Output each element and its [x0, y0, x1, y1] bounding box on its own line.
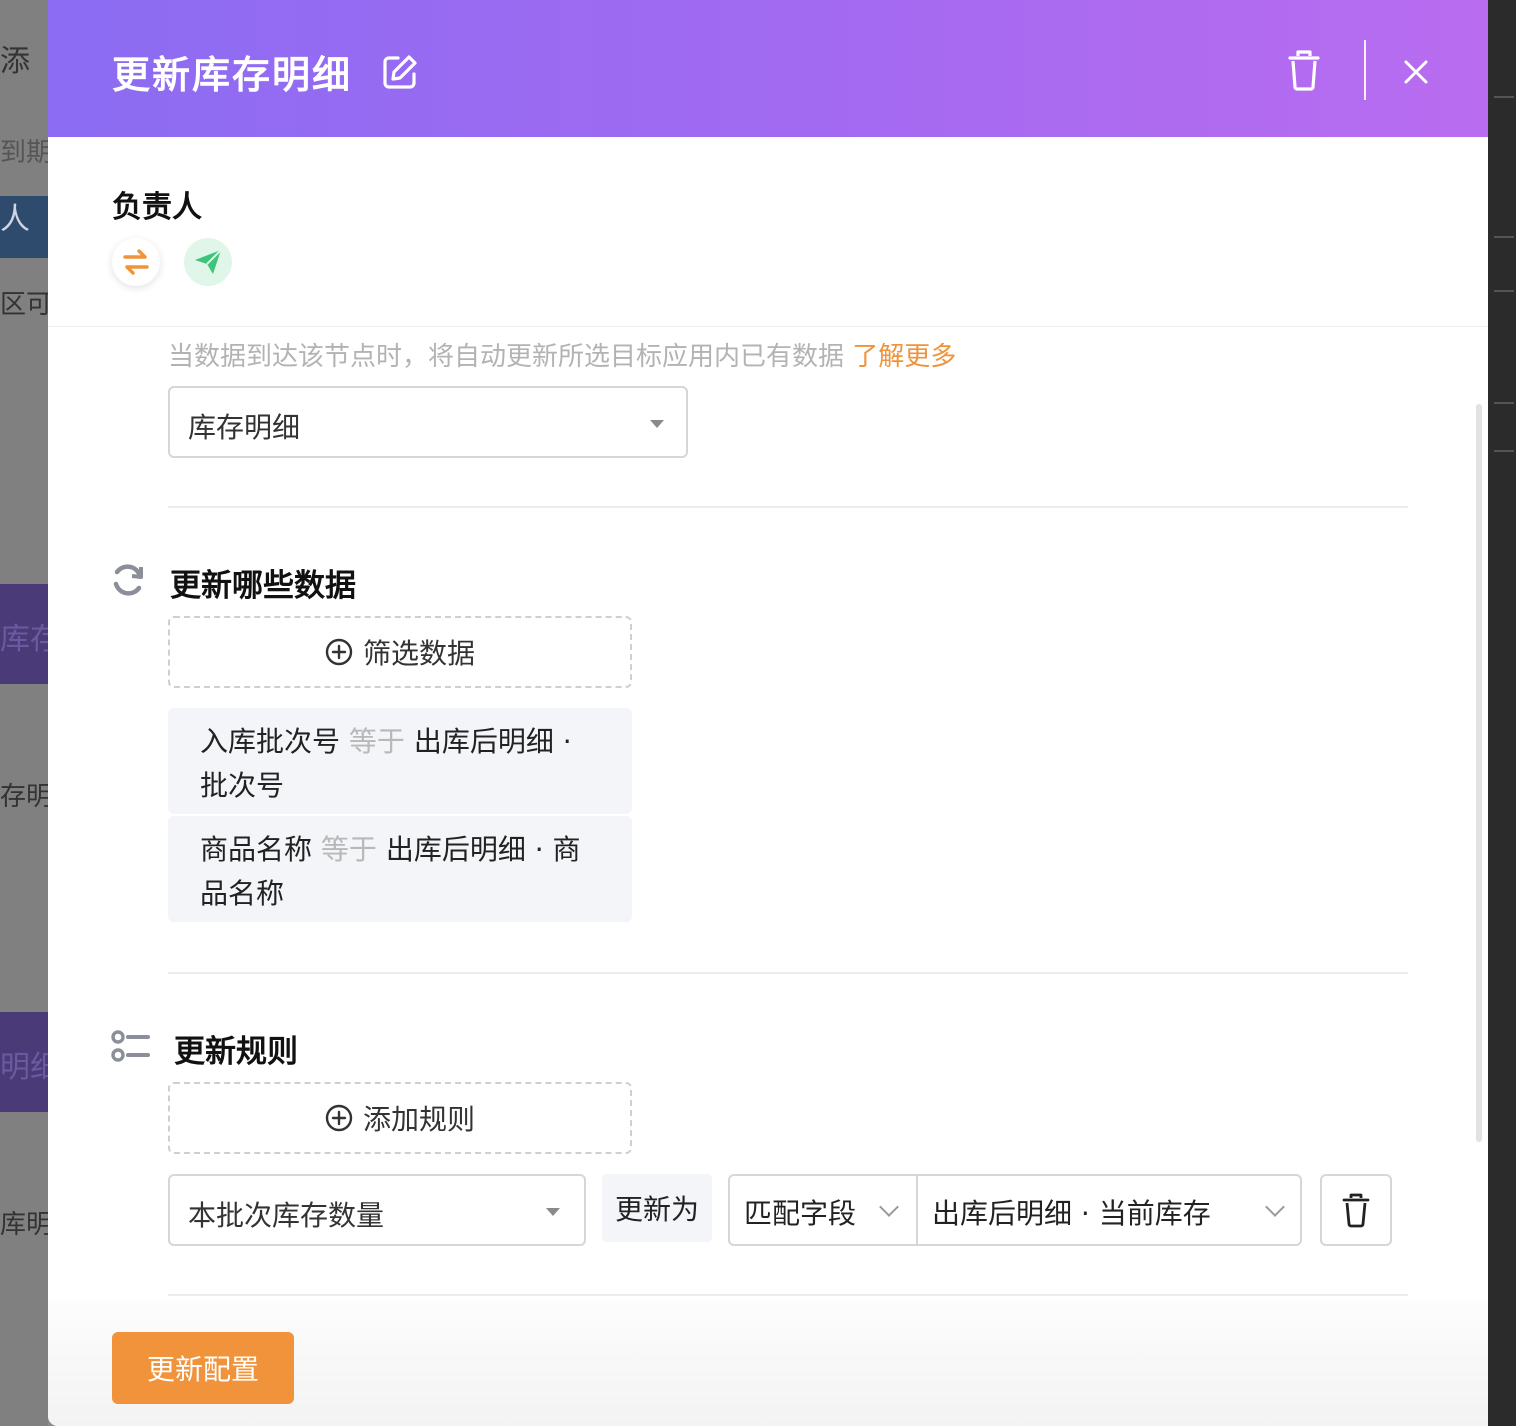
chevron-down-icon [879, 1197, 899, 1217]
rule-source-select[interactable]: 出库后明细 · 当前库存 [932, 1192, 1211, 1232]
edit-icon[interactable] [380, 52, 420, 92]
bg-fragment: 库存 [0, 622, 48, 657]
owner-label: 负责人 [112, 190, 202, 225]
bg-fragment: 添 [0, 44, 30, 79]
send-button[interactable] [184, 238, 232, 286]
scrollbar[interactable] [1476, 404, 1482, 1142]
bg-fragment: 存明 [0, 782, 48, 812]
drawer-header: 更新库存明细 [48, 0, 1488, 137]
hint-text: 当数据到达该节点时，将自动更新所选目标应用内已有数据 [168, 342, 845, 372]
combo-divider [916, 1176, 918, 1244]
plus-circle-icon [325, 1104, 353, 1132]
bg-fragment: 人 [0, 202, 30, 237]
condition-operator: 等于 [348, 725, 405, 758]
background-left-panel: 添 到期 人 区可 库存 存明 明细 库明 [0, 0, 48, 1426]
drawer-title: 更新库存明细 [112, 53, 353, 97]
swap-icon [123, 249, 149, 275]
filter-condition[interactable]: 入库批次号 等于 出库后明细 · 批次号 [168, 708, 632, 814]
refresh-icon [113, 564, 143, 596]
target-app-value: 库存明细 [188, 411, 301, 444]
divider [168, 1294, 1408, 1296]
add-rule-button[interactable]: 添加规则 [168, 1082, 632, 1154]
section-separator [48, 326, 1488, 327]
rule-field-select[interactable]: 本批次库存数量 [168, 1174, 586, 1246]
header-divider [1364, 40, 1366, 100]
caret-down-icon [546, 1208, 560, 1216]
trash-icon[interactable] [1284, 48, 1324, 92]
bg-fragment: 到期 [0, 138, 48, 168]
target-app-select[interactable]: 库存明细 [168, 386, 688, 458]
update-as-label: 更新为 [602, 1174, 712, 1242]
add-rule-label: 添加规则 [362, 1103, 475, 1136]
bg-fragment: 明细 [0, 1050, 48, 1085]
rule-mode-select[interactable]: 匹配字段 [744, 1192, 856, 1232]
condition-operator: 等于 [320, 833, 377, 866]
condition-field: 入库批次号 [200, 725, 341, 758]
filter-data-label: 筛选数据 [362, 637, 475, 670]
node-hint: 当数据到达该节点时，将自动更新所选目标应用内已有数据 了解更多 [168, 336, 956, 373]
background-right-panel [1488, 0, 1516, 1426]
bg-fragment: 库明 [0, 1210, 48, 1240]
filter-data-button[interactable]: 筛选数据 [168, 616, 632, 688]
paper-plane-icon [195, 249, 222, 274]
plus-circle-icon [325, 638, 353, 666]
update-inventory-drawer: 更新库存明细 负责人 当数据到达该节点时，将自动更新所选目标应用内已有数据 了解… [48, 0, 1488, 1426]
caret-down-icon [650, 420, 664, 428]
update-config-button[interactable]: 更新配置 [112, 1332, 294, 1404]
swap-owner-button[interactable] [112, 238, 160, 286]
filter-condition[interactable]: 商品名称 等于 出库后明细 · 商品名称 [168, 816, 632, 922]
divider [168, 972, 1408, 974]
condition-field: 商品名称 [200, 833, 313, 866]
section-title-rules: 更新规则 [174, 1034, 298, 1070]
learn-more-link[interactable]: 了解更多 [852, 342, 956, 372]
delete-rule-button[interactable] [1320, 1174, 1392, 1246]
trash-icon [1342, 1193, 1370, 1228]
rule-value-combo: 匹配字段 出库后明细 · 当前库存 [728, 1174, 1302, 1246]
chevron-down-icon [1265, 1197, 1285, 1217]
list-icon [111, 1030, 150, 1062]
section-title-data: 更新哪些数据 [170, 568, 356, 604]
bg-fragment: 区可 [0, 290, 48, 320]
rule-field-value: 本批次库存数量 [188, 1199, 385, 1232]
divider [168, 506, 1408, 508]
close-icon[interactable] [1400, 56, 1432, 88]
